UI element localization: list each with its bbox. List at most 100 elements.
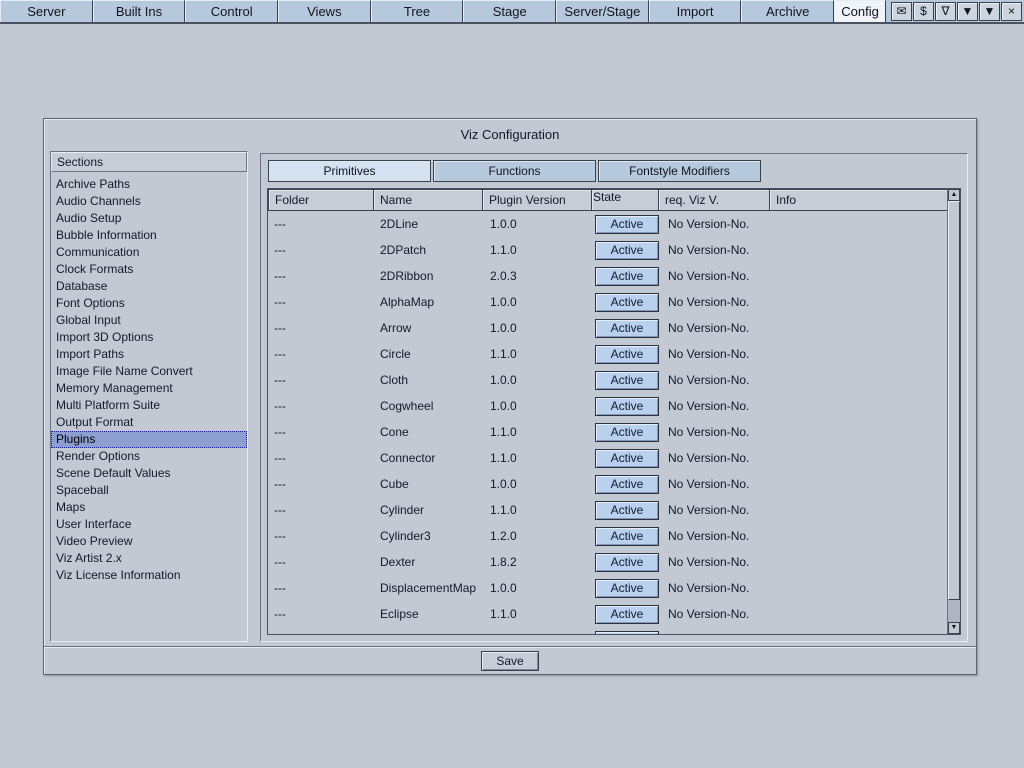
section-item-output-format[interactable]: Output Format — [51, 414, 247, 431]
section-item-global-input[interactable]: Global Input — [51, 312, 247, 329]
section-item-import-paths[interactable]: Import Paths — [51, 346, 247, 363]
state-active-button[interactable]: Active — [595, 605, 659, 624]
state-active-button[interactable]: Active — [595, 527, 659, 546]
section-item-multi-platform-suite[interactable]: Multi Platform Suite — [51, 397, 247, 414]
menu-tab-control[interactable]: Control — [185, 0, 278, 22]
cell-folder: --- — [268, 425, 374, 439]
state-active-button[interactable]: Active — [595, 449, 659, 468]
section-item-user-interface[interactable]: User Interface — [51, 516, 247, 533]
section-item-font-options[interactable]: Font Options — [51, 295, 247, 312]
section-item-scene-default-values[interactable]: Scene Default Values — [51, 465, 247, 482]
cell-version: 1.1.0 — [484, 347, 594, 361]
column-header-state: State — [591, 189, 659, 211]
state-active-button[interactable]: Active — [595, 371, 659, 390]
scroll-up-icon[interactable]: ▲ — [948, 189, 960, 201]
cell-name: AlphaMap — [374, 295, 484, 309]
cell-version: 1.0.0 — [484, 295, 594, 309]
section-item-audio-setup[interactable]: Audio Setup — [51, 210, 247, 227]
cell-name: Cylinder — [374, 503, 484, 517]
section-item-viz-artist-2-x[interactable]: Viz Artist 2.x — [51, 550, 247, 567]
funnel-icon[interactable]: ∇ — [935, 2, 956, 21]
state-active-button[interactable]: Active — [595, 631, 659, 635]
section-item-plugins[interactable]: Plugins — [51, 431, 247, 448]
section-item-database[interactable]: Database — [51, 278, 247, 295]
state-active-button[interactable]: Active — [595, 293, 659, 312]
mail-icon[interactable]: ✉ — [891, 2, 912, 21]
cell-state: Active — [594, 319, 662, 338]
cell-name: Cone — [374, 425, 484, 439]
state-active-button[interactable]: Active — [595, 397, 659, 416]
cell-name: Arrow — [374, 321, 484, 335]
vertical-scrollbar[interactable]: ▲ ▼ — [947, 189, 960, 634]
menu-tab-tree[interactable]: Tree — [371, 0, 464, 22]
section-item-maps[interactable]: Maps — [51, 499, 247, 516]
state-active-button[interactable]: Active — [595, 319, 659, 338]
cell-folder: --- — [268, 373, 374, 387]
table-row: ---DisplacementMap1.0.0ActiveNo Version-… — [268, 575, 947, 601]
state-active-button[interactable]: Active — [595, 501, 659, 520]
close-icon[interactable]: × — [1001, 2, 1022, 21]
menu-tab-built-ins[interactable]: Built Ins — [93, 0, 186, 22]
state-active-button[interactable]: Active — [595, 241, 659, 260]
menu-tab-server[interactable]: Server — [0, 0, 93, 22]
state-active-button[interactable]: Active — [595, 267, 659, 286]
section-item-render-options[interactable]: Render Options — [51, 448, 247, 465]
menubar-tabs: ServerBuilt InsControlViewsTreeStageServ… — [0, 0, 886, 22]
arrow-down-icon-2[interactable]: ▼ — [979, 2, 1000, 21]
cell-name: Cylinder3 — [374, 529, 484, 543]
scroll-down-icon[interactable]: ▼ — [948, 622, 960, 634]
dialog-body: Sections Archive PathsAudio ChannelsAudi… — [50, 151, 968, 644]
state-active-button[interactable]: Active — [595, 345, 659, 364]
cell-state: Active — [594, 631, 662, 635]
state-active-button[interactable]: Active — [595, 553, 659, 572]
scrollbar-thumb[interactable] — [948, 201, 960, 600]
state-active-button[interactable]: Active — [595, 475, 659, 494]
state-active-button[interactable]: Active — [595, 423, 659, 442]
dollar-icon[interactable]: $ — [913, 2, 934, 21]
sections-header: Sections — [51, 152, 247, 172]
cell-folder: --- — [268, 477, 374, 491]
plugins-panel: PrimitivesFunctionsFontstyle Modifiers F… — [260, 153, 968, 642]
section-item-audio-channels[interactable]: Audio Channels — [51, 193, 247, 210]
section-item-import-3d-options[interactable]: Import 3D Options — [51, 329, 247, 346]
cell-req-viz: No Version-No. — [662, 607, 774, 621]
section-item-spaceball[interactable]: Spaceball — [51, 482, 247, 499]
section-item-archive-paths[interactable]: Archive Paths — [51, 176, 247, 193]
cell-state: Active — [594, 345, 662, 364]
cell-req-viz: No Version-No. — [662, 217, 774, 231]
section-item-clock-formats[interactable]: Clock Formats — [51, 261, 247, 278]
cell-req-viz: No Version-No. — [662, 529, 774, 543]
state-active-button[interactable]: Active — [595, 215, 659, 234]
save-button[interactable]: Save — [481, 651, 539, 671]
section-item-communication[interactable]: Communication — [51, 244, 247, 261]
tab-primitives[interactable]: Primitives — [268, 160, 431, 182]
cell-state: Active — [594, 475, 662, 494]
cell-folder: --- — [268, 555, 374, 569]
viz-configuration-dialog: Viz Configuration Sections Archive Paths… — [43, 118, 977, 675]
cell-req-viz: No Version-No. — [662, 321, 774, 335]
column-header-plugin-version: Plugin Version — [482, 189, 592, 211]
menu-tab-server-stage[interactable]: Server/Stage — [556, 0, 649, 22]
menu-tab-stage[interactable]: Stage — [463, 0, 556, 22]
cell-req-viz: No Version-No. — [662, 503, 774, 517]
section-item-memory-management[interactable]: Memory Management — [51, 380, 247, 397]
section-item-image-file-name-convert[interactable]: Image File Name Convert — [51, 363, 247, 380]
menu-tab-archive[interactable]: Archive — [741, 0, 834, 22]
table-row: ---Arrow1.0.0ActiveNo Version-No. — [268, 315, 947, 341]
menu-tab-views[interactable]: Views — [278, 0, 371, 22]
cell-version: 1.0.0 — [484, 399, 594, 413]
cell-state: Active — [594, 605, 662, 624]
section-item-viz-license-information[interactable]: Viz License Information — [51, 567, 247, 584]
cell-state: Active — [594, 423, 662, 442]
arrow-down-icon[interactable]: ▼ — [957, 2, 978, 21]
state-active-button[interactable]: Active — [595, 579, 659, 598]
cell-name: Cloth — [374, 373, 484, 387]
tab-functions[interactable]: Functions — [433, 160, 596, 182]
menu-tab-config[interactable]: Config — [834, 0, 886, 22]
column-header-name: Name — [373, 189, 483, 211]
menu-tab-import[interactable]: Import — [649, 0, 742, 22]
tab-fontstyle-modifiers[interactable]: Fontstyle Modifiers — [598, 160, 761, 182]
section-item-bubble-information[interactable]: Bubble Information — [51, 227, 247, 244]
cell-state: Active — [594, 449, 662, 468]
section-item-video-preview[interactable]: Video Preview — [51, 533, 247, 550]
